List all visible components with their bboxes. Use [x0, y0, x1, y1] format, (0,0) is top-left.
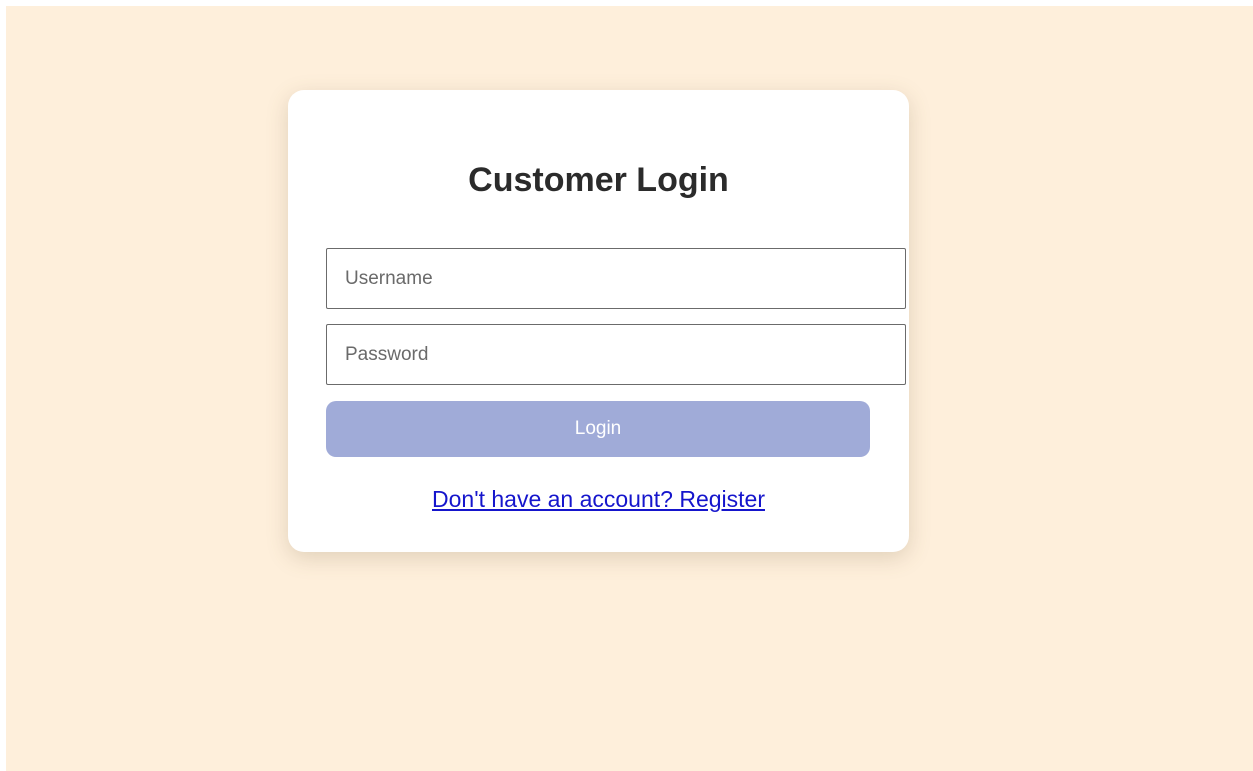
username-input[interactable] — [326, 248, 906, 309]
login-button[interactable]: Login — [326, 401, 870, 457]
password-input[interactable] — [326, 324, 906, 385]
page-background: Customer Login Login Don't have an accou… — [6, 6, 1253, 771]
login-card: Customer Login Login Don't have an accou… — [288, 90, 909, 552]
register-link-container: Don't have an account? Register — [288, 485, 909, 513]
register-link[interactable]: Don't have an account? Register — [432, 486, 765, 512]
page-title: Customer Login — [468, 161, 729, 199]
